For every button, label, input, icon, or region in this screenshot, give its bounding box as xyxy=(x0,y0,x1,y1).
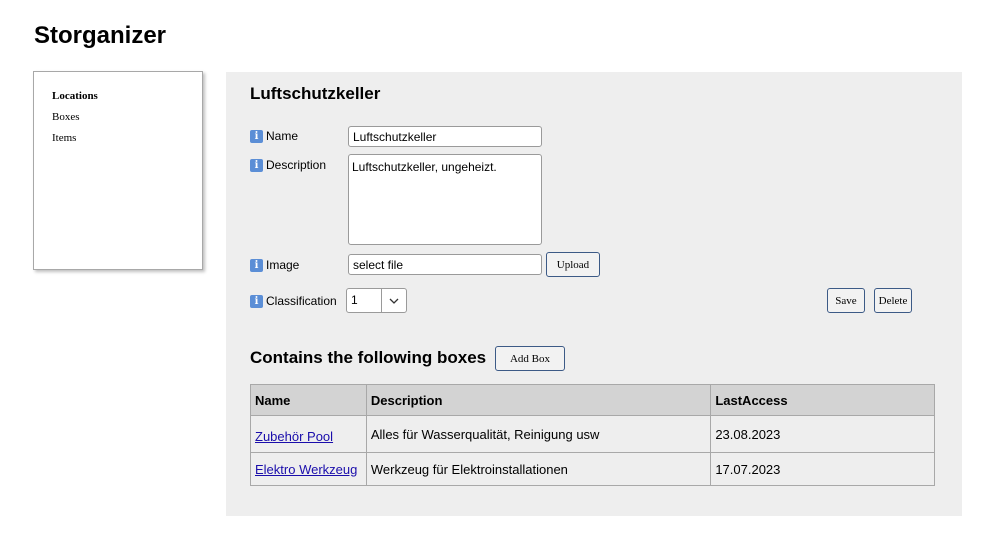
delete-button[interactable]: Delete xyxy=(874,288,912,313)
description-label-text: Description xyxy=(266,158,327,172)
information-icon: i xyxy=(250,258,263,272)
name-label: i Name xyxy=(250,129,298,143)
image-file-input[interactable] xyxy=(348,254,542,275)
table-header-row: Name Description LastAccess xyxy=(250,384,935,416)
sidebar: Locations Boxes Items xyxy=(33,71,203,270)
classification-label-text: Classification xyxy=(266,294,337,308)
location-detail-panel: Luftschutzkeller i Name i Description Lu… xyxy=(226,72,962,516)
save-button[interactable]: Save xyxy=(827,288,865,313)
table-row: Zubehör Pool Alles für Wasserqualität, R… xyxy=(250,415,935,453)
description-textarea[interactable]: Luftschutzkeller, ungeheizt. xyxy=(348,154,542,245)
location-title: Luftschutzkeller xyxy=(250,84,381,103)
table-row: Elektro Werkzeug Werkzeug für Elektroins… xyxy=(250,452,935,486)
information-icon: i xyxy=(250,129,263,143)
box-name-cell: Elektro Werkzeug xyxy=(250,452,367,486)
classification-value: 1 xyxy=(347,289,382,312)
name-label-text: Name xyxy=(266,129,299,143)
classification-select[interactable]: 1 xyxy=(346,288,407,313)
app-title: Storganizer xyxy=(34,22,167,49)
classification-label: i Classification xyxy=(250,294,337,308)
box-name-cell: Zubehör Pool xyxy=(250,415,367,453)
box-link[interactable]: Elektro Werkzeug xyxy=(255,462,357,477)
column-header-lastaccess: LastAccess xyxy=(710,384,935,416)
column-header-name: Name xyxy=(250,384,367,416)
name-input[interactable] xyxy=(348,126,542,147)
sidebar-item-boxes[interactable]: Boxes xyxy=(52,111,80,123)
box-description-cell: Werkzeug für Elektroinstallationen xyxy=(365,452,712,486)
image-label-text: Image xyxy=(266,258,300,272)
information-icon: i xyxy=(250,294,263,308)
upload-button[interactable]: Upload xyxy=(546,252,600,277)
boxes-section-title: Contains the following boxes xyxy=(250,348,487,367)
sidebar-item-locations[interactable]: Locations xyxy=(52,90,98,102)
boxes-table: Name Description LastAccess Zubehör Pool… xyxy=(250,384,935,486)
sidebar-item-items[interactable]: Items xyxy=(52,132,76,144)
box-lastaccess-cell: 23.08.2023 xyxy=(710,415,935,453)
add-box-button[interactable]: Add Box xyxy=(495,346,565,371)
box-description-cell: Alles für Wasserqualität, Reinigung usw xyxy=(365,415,712,453)
box-lastaccess-cell: 17.07.2023 xyxy=(710,452,935,486)
description-label: i Description xyxy=(250,158,326,172)
box-link[interactable]: Zubehör Pool xyxy=(255,429,333,444)
column-header-description: Description xyxy=(365,384,712,416)
information-icon: i xyxy=(250,158,263,172)
image-label: i Image xyxy=(250,258,299,272)
chevron-down-icon xyxy=(382,289,406,312)
